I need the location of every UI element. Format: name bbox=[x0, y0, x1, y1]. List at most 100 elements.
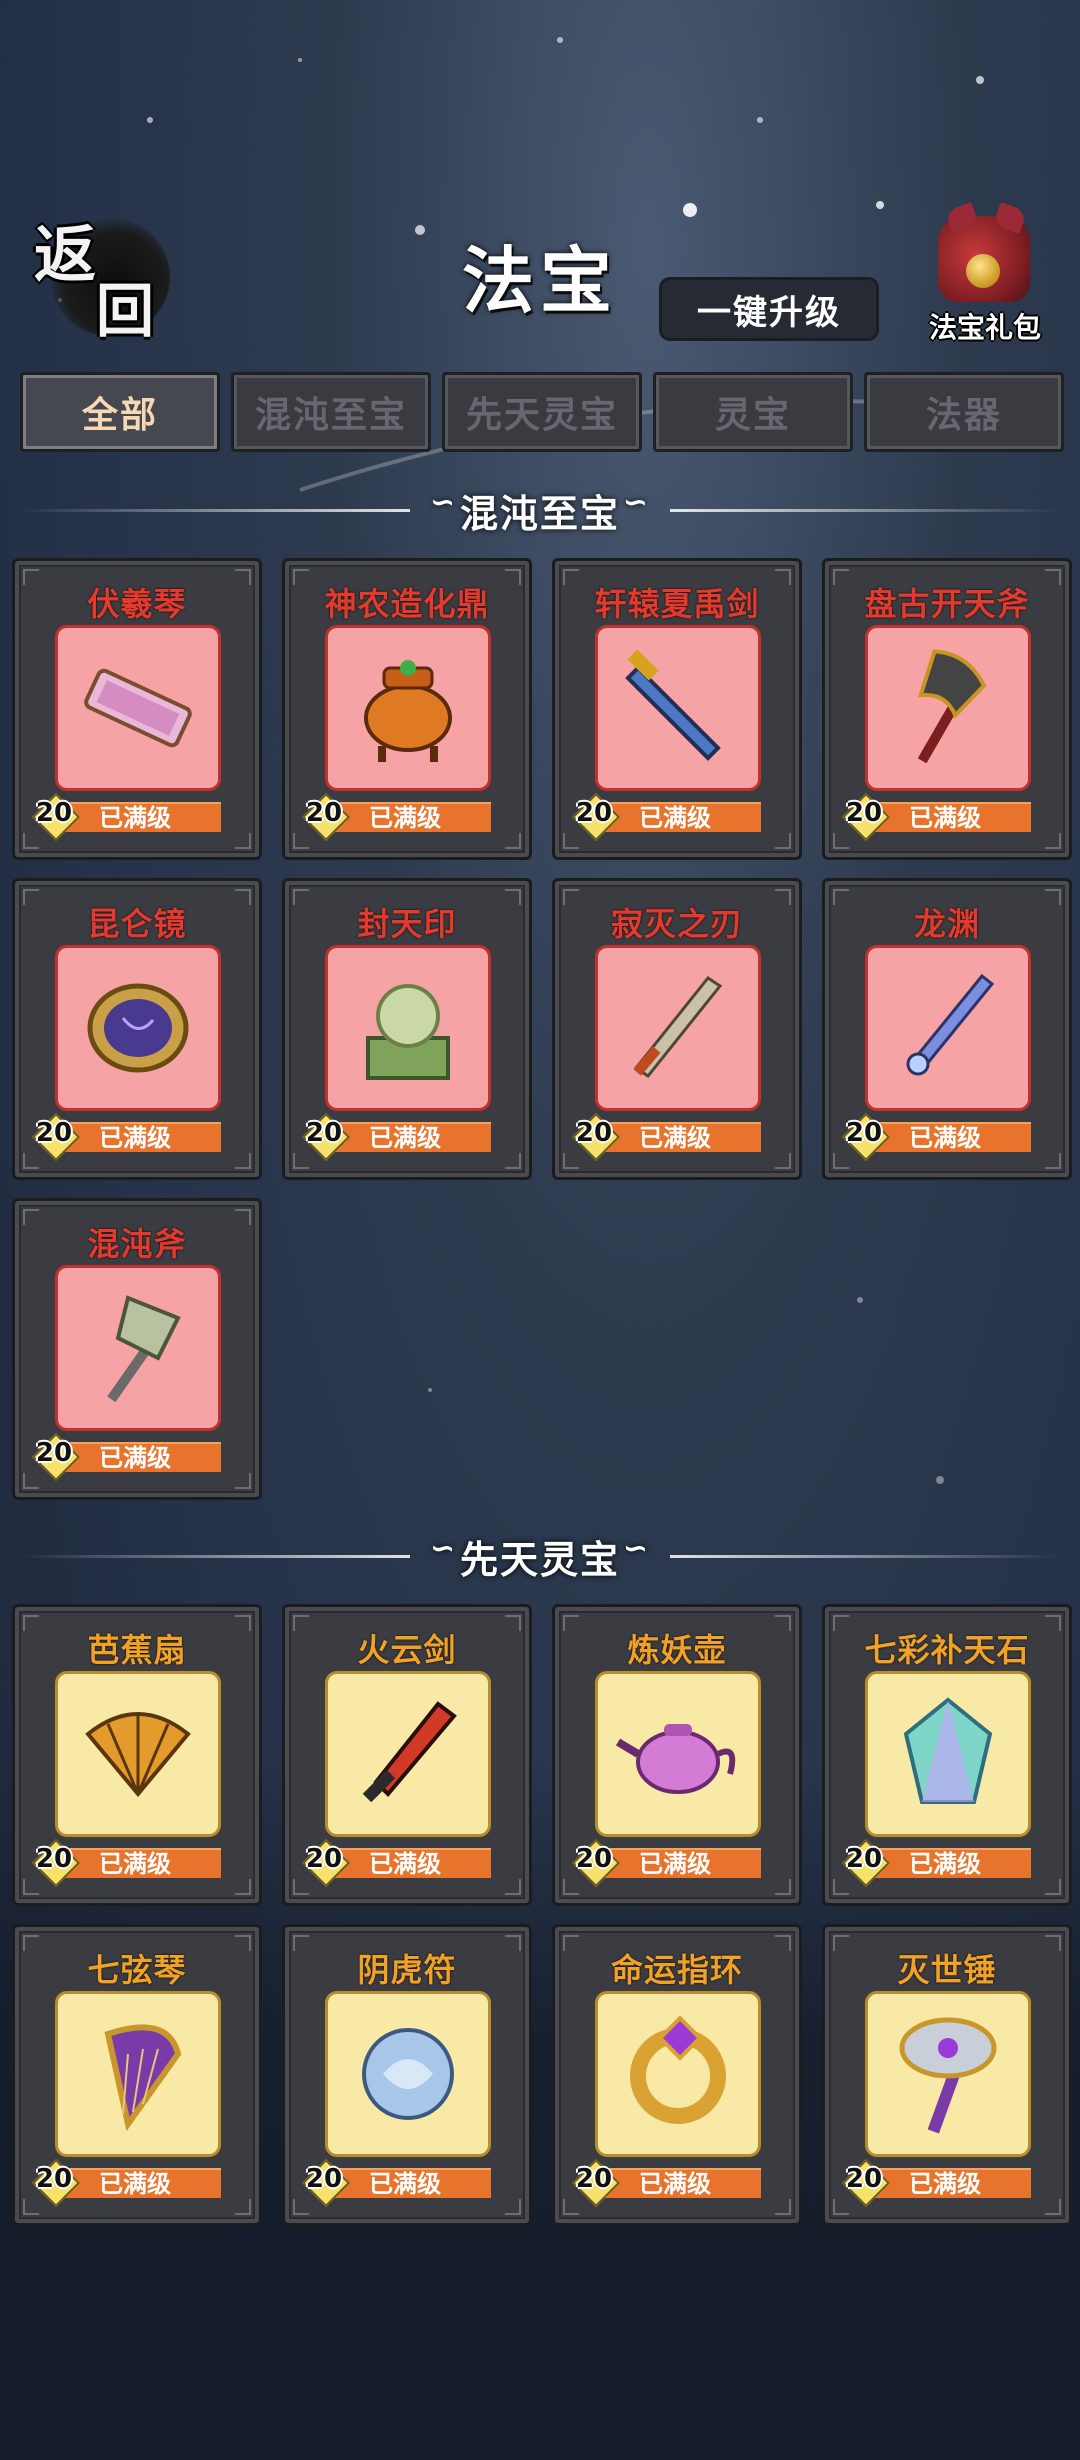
treasure-card[interactable]: 封天印 已满级 20 bbox=[282, 878, 532, 1180]
treasure-name: 炼妖壶 bbox=[627, 1631, 727, 1669]
axe-icon bbox=[917, 649, 987, 764]
level-number: 20 bbox=[305, 1118, 343, 1148]
tab-chaos-treasure[interactable]: 混沌至宝 bbox=[231, 372, 431, 452]
level-badge: 20 bbox=[571, 792, 621, 842]
level-badge: 20 bbox=[571, 1838, 621, 1888]
status-label: 已满级 bbox=[639, 1124, 711, 1152]
level-number: 20 bbox=[35, 1438, 73, 1468]
sword-icon bbox=[625, 649, 721, 761]
status-label: 已满级 bbox=[99, 1444, 171, 1472]
jade-seal-icon bbox=[366, 984, 450, 1080]
crystal-icon bbox=[903, 1697, 993, 1804]
treasure-icon-frame bbox=[55, 945, 221, 1111]
treasure-icon-frame bbox=[325, 945, 491, 1111]
status-label: 已满级 bbox=[639, 2170, 711, 2198]
treasure-card[interactable]: 阴虎符 已满级 20 bbox=[282, 1924, 532, 2226]
level-badge: 20 bbox=[841, 792, 891, 842]
treasure-icon-frame bbox=[595, 1671, 761, 1837]
level-badge: 20 bbox=[301, 792, 351, 842]
treasure-name: 七彩补天石 bbox=[864, 1631, 1030, 1669]
treasure-card[interactable]: 七弦琴 已满级 20 bbox=[12, 1924, 262, 2226]
mirror-icon bbox=[87, 983, 189, 1073]
gift-pack-label: 法宝礼包 bbox=[928, 311, 1041, 344]
treasure-name: 昆仑镜 bbox=[87, 905, 187, 943]
level-badge: 20 bbox=[841, 2158, 891, 2208]
treasure-icon-frame bbox=[595, 625, 761, 791]
treasure-card[interactable]: 盘古开天斧已满级 20 bbox=[822, 558, 1072, 860]
tab-all[interactable]: 全部 bbox=[20, 372, 220, 452]
level-badge: 20 bbox=[571, 1112, 621, 1162]
tiger-tally-icon bbox=[362, 2028, 454, 2120]
status-label: 已满级 bbox=[369, 1124, 441, 1152]
level-number: 20 bbox=[35, 1118, 73, 1148]
level-badge: 20 bbox=[571, 2158, 621, 2208]
treasure-card[interactable]: 昆仑镜已满级 20 bbox=[12, 878, 262, 1180]
status-label: 已满级 bbox=[99, 804, 171, 832]
treasure-name: 灭世锤 bbox=[897, 1951, 997, 1989]
treasure-card[interactable]: 混沌斧已满级 20 bbox=[12, 1198, 262, 1500]
treasure-icon-frame bbox=[865, 1671, 1031, 1837]
treasure-name: 命运指环 bbox=[610, 1951, 743, 1989]
level-badge: 20 bbox=[31, 792, 81, 842]
level-badge: 20 bbox=[301, 1838, 351, 1888]
level-number: 20 bbox=[35, 2164, 73, 2194]
chaos-axe-icon bbox=[107, 1295, 181, 1403]
level-number: 20 bbox=[305, 798, 343, 828]
treasure-card[interactable]: 伏羲琴 已满级 20 bbox=[12, 558, 262, 860]
level-number: 20 bbox=[35, 798, 73, 828]
section-title: 先天灵宝 bbox=[430, 1529, 650, 1584]
one-click-upgrade-button[interactable]: 一键升级 bbox=[662, 280, 876, 338]
hammer-icon bbox=[899, 2017, 997, 2134]
treasure-card[interactable]: 龙渊 已满级 20 bbox=[822, 878, 1072, 1180]
status-label: 已满级 bbox=[99, 1124, 171, 1152]
treasure-gift-pack-button[interactable]: 法宝礼包 bbox=[910, 210, 1060, 350]
level-badge: 20 bbox=[841, 1838, 891, 1888]
treasure-icon-frame bbox=[865, 1991, 1031, 2157]
status-label: 已满级 bbox=[99, 1850, 171, 1878]
treasure-card[interactable]: 芭蕉扇已满级 20 bbox=[12, 1604, 262, 1906]
treasure-card[interactable]: 灭世锤已满级 20 bbox=[822, 1924, 1072, 2226]
treasure-icon-frame bbox=[55, 1991, 221, 2157]
treasure-icon-frame bbox=[55, 1265, 221, 1431]
level-number: 20 bbox=[575, 1844, 613, 1874]
treasure-card[interactable]: 轩辕夏禹剑 已满级 20 bbox=[552, 558, 802, 860]
tab-innate-spirit-treasure[interactable]: 先天灵宝 bbox=[442, 372, 642, 452]
treasure-icon-frame bbox=[55, 625, 221, 791]
tab-spirit-treasure[interactable]: 灵宝 bbox=[653, 372, 853, 452]
treasure-icon-frame bbox=[325, 625, 491, 791]
treasure-name: 神农造化鼎 bbox=[324, 585, 490, 623]
treasure-card[interactable]: 寂灭之刃已满级 20 bbox=[552, 878, 802, 1180]
level-number: 20 bbox=[845, 1118, 883, 1148]
status-label: 已满级 bbox=[909, 1850, 981, 1878]
treasure-name: 芭蕉扇 bbox=[87, 1631, 187, 1669]
level-number: 20 bbox=[305, 2164, 343, 2194]
level-number: 20 bbox=[575, 1118, 613, 1148]
treasure-name: 混沌斧 bbox=[87, 1225, 187, 1263]
bell-icon bbox=[966, 254, 1000, 288]
level-badge: 20 bbox=[31, 1112, 81, 1162]
category-tabs: 全部 混沌至宝 先天灵宝 灵宝 法器 bbox=[20, 372, 1064, 452]
harp-icon bbox=[104, 2024, 182, 2132]
level-number: 20 bbox=[575, 798, 613, 828]
treasure-card[interactable]: 炼妖壶 已满级 20 bbox=[552, 1604, 802, 1906]
treasure-icon-frame bbox=[325, 1991, 491, 2157]
level-badge: 20 bbox=[301, 1112, 351, 1162]
treasure-card[interactable]: 七彩补天石已满级 20 bbox=[822, 1604, 1072, 1906]
status-label: 已满级 bbox=[909, 804, 981, 832]
status-label: 已满级 bbox=[639, 804, 711, 832]
treasure-name: 盘古开天斧 bbox=[864, 585, 1030, 623]
section-title: 混沌至宝 bbox=[430, 483, 650, 538]
treasure-card[interactable]: 命运指环已满级 20 bbox=[552, 1924, 802, 2226]
treasure-name: 寂灭之刃 bbox=[610, 905, 743, 943]
level-number: 20 bbox=[35, 1844, 73, 1874]
level-number: 20 bbox=[575, 2164, 613, 2194]
status-label: 已满级 bbox=[909, 2170, 981, 2198]
treasure-card[interactable]: 火云剑 已满级 20 bbox=[282, 1604, 532, 1906]
qin-scroll-icon bbox=[84, 668, 192, 748]
section-header-innate: 先天灵宝 bbox=[0, 1526, 1080, 1586]
treasure-card[interactable]: 神农造化鼎 已满级 20 bbox=[282, 558, 532, 860]
tab-magic-tool[interactable]: 法器 bbox=[864, 372, 1064, 452]
fire-sword-icon bbox=[362, 1701, 457, 1803]
fan-icon bbox=[85, 1712, 191, 1798]
blade-icon bbox=[633, 975, 723, 1079]
